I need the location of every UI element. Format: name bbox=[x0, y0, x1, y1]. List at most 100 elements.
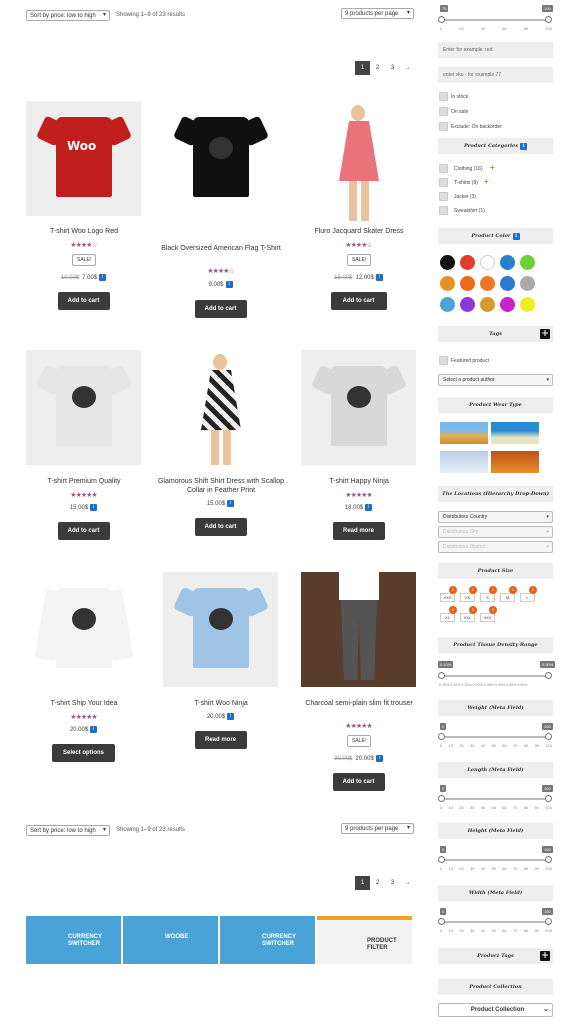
read-more-button[interactable]: Read more bbox=[194, 731, 247, 749]
info-icon[interactable]: i bbox=[225, 281, 233, 288]
per-page-select[interactable]: 9 products per page ▾ bbox=[341, 8, 414, 19]
info-icon[interactable]: i bbox=[375, 755, 383, 762]
width-slider-track[interactable] bbox=[441, 921, 549, 923]
length-slider-track[interactable] bbox=[441, 798, 549, 800]
size-option[interactable]: XXL bbox=[460, 613, 475, 622]
price-slider-handle-max[interactable] bbox=[545, 16, 552, 23]
color-swatch[interactable] bbox=[500, 297, 515, 312]
width-slider-handle-max[interactable] bbox=[545, 918, 552, 925]
product-title[interactable]: T-shirt Ship Your Idea bbox=[19, 699, 149, 708]
select-options-button[interactable]: Select options bbox=[52, 744, 115, 762]
product-image[interactable] bbox=[163, 350, 278, 465]
color-swatch[interactable] bbox=[480, 276, 495, 291]
page-next[interactable]: → bbox=[400, 876, 415, 890]
add-to-cart-button[interactable]: Add to cart bbox=[194, 300, 247, 318]
color-swatch[interactable] bbox=[440, 255, 455, 270]
weight-slider-handle-max[interactable] bbox=[545, 733, 552, 740]
color-swatch[interactable] bbox=[520, 297, 535, 312]
info-icon[interactable]: i bbox=[90, 726, 98, 733]
price-slider-handle-min[interactable] bbox=[438, 16, 445, 23]
add-to-cart-button[interactable]: Add to cart bbox=[57, 522, 110, 540]
on-sale-checkbox[interactable] bbox=[439, 107, 448, 116]
product-image[interactable] bbox=[163, 101, 278, 231]
weight-slider-track[interactable] bbox=[441, 736, 549, 738]
exclude-backorder-checkbox[interactable] bbox=[439, 122, 448, 131]
info-icon[interactable]: i bbox=[227, 713, 235, 720]
category-checkbox[interactable] bbox=[439, 178, 448, 187]
product-title[interactable]: Fluro Jacquard Skater Dress bbox=[294, 227, 424, 236]
page-2[interactable]: 2 bbox=[370, 876, 385, 890]
product-title[interactable]: Black Oversized American Flag T-Shirt bbox=[156, 244, 286, 253]
size-option[interactable]: M bbox=[500, 593, 515, 602]
info-icon[interactable]: i bbox=[227, 500, 235, 507]
color-swatch[interactable] bbox=[460, 276, 475, 291]
info-icon[interactable]: i bbox=[365, 504, 373, 511]
weight-slider-handle-min[interactable] bbox=[438, 733, 445, 740]
info-icon[interactable]: i bbox=[99, 274, 107, 281]
height-slider-handle-max[interactable] bbox=[545, 856, 552, 863]
category-checkbox[interactable] bbox=[439, 164, 448, 173]
add-to-cart-button[interactable]: Add to cart bbox=[194, 518, 247, 536]
banner-currency-switcher[interactable]: CURRENCY SWITCHER bbox=[26, 916, 121, 964]
color-swatch[interactable] bbox=[500, 276, 515, 291]
height-slider-track[interactable] bbox=[441, 859, 549, 861]
page-next[interactable]: → bbox=[400, 61, 415, 75]
featured-checkbox[interactable] bbox=[439, 356, 448, 365]
wear-type-thumb-autumn[interactable] bbox=[440, 422, 488, 444]
color-swatch[interactable] bbox=[460, 255, 475, 270]
size-option[interactable]: XS bbox=[460, 593, 475, 602]
color-swatch[interactable] bbox=[520, 276, 535, 291]
product-image[interactable] bbox=[301, 572, 416, 687]
size-option[interactable]: XXS bbox=[440, 593, 455, 602]
category-checkbox[interactable] bbox=[439, 206, 448, 215]
size-option[interactable]: XXX bbox=[480, 613, 495, 622]
per-page-select-bottom[interactable]: 9 products per page ▾ bbox=[341, 823, 414, 834]
size-option[interactable]: XL bbox=[440, 613, 455, 622]
plus-icon[interactable]: + bbox=[540, 951, 550, 961]
product-image[interactable] bbox=[301, 101, 416, 231]
length-slider-handle-max[interactable] bbox=[545, 795, 552, 802]
density-slider-handle-min[interactable] bbox=[438, 672, 445, 679]
banner-currency-switcher-2[interactable]: CURRENCY SWITCHER bbox=[220, 916, 315, 964]
color-swatch[interactable] bbox=[480, 255, 495, 270]
product-image[interactable] bbox=[301, 350, 416, 465]
city-select[interactable]: Distributors City ▾ bbox=[438, 526, 553, 538]
add-to-cart-button[interactable]: Add to cart bbox=[330, 292, 387, 310]
info-icon[interactable]: i bbox=[90, 504, 98, 511]
expand-plus-icon[interactable]: + bbox=[490, 163, 495, 172]
height-slider-handle-min[interactable] bbox=[438, 856, 445, 863]
width-slider-handle-min[interactable] bbox=[438, 918, 445, 925]
product-title[interactable]: T-shirt Happy Ninja bbox=[294, 477, 424, 486]
info-icon[interactable]: i bbox=[520, 143, 528, 150]
page-3[interactable]: 3 bbox=[385, 876, 400, 890]
country-select[interactable]: Distributors Country ▾ bbox=[438, 511, 553, 523]
density-slider-track[interactable] bbox=[441, 675, 549, 677]
category-checkbox[interactable] bbox=[439, 192, 448, 201]
length-slider-handle-min[interactable] bbox=[438, 795, 445, 802]
expand-plus-icon[interactable]: + bbox=[484, 177, 489, 186]
product-title[interactable]: T-shirt Woo Ninja bbox=[156, 699, 286, 708]
read-more-button[interactable]: Read more bbox=[332, 522, 385, 540]
plus-icon[interactable]: + bbox=[540, 329, 550, 339]
page-3[interactable]: 3 bbox=[385, 61, 400, 75]
product-image[interactable] bbox=[26, 572, 141, 687]
sku-search-input[interactable]: enter sku - for example 77 bbox=[438, 67, 553, 83]
wear-type-thumb-fall[interactable] bbox=[491, 451, 539, 473]
collection-select[interactable]: Product Collection ⌄ bbox=[438, 1003, 553, 1017]
sort-select[interactable]: Sort by price: low to high ▾ bbox=[26, 10, 110, 21]
wear-type-thumb-beach[interactable] bbox=[491, 422, 539, 444]
size-option[interactable]: L bbox=[520, 593, 535, 602]
product-title[interactable]: Glamorous Shift Shirt Dress with Scallop… bbox=[156, 477, 286, 495]
author-select[interactable]: Select a product author ▾ bbox=[438, 374, 553, 386]
sort-select-bottom[interactable]: Sort by price: low to high ▾ bbox=[26, 825, 110, 836]
color-swatch[interactable] bbox=[520, 255, 535, 270]
product-title[interactable]: T-shirt Woo Logo Red bbox=[19, 227, 149, 236]
text-search-input[interactable]: Enter for example: red bbox=[438, 42, 553, 58]
color-swatch[interactable] bbox=[440, 297, 455, 312]
color-swatch[interactable] bbox=[480, 297, 495, 312]
page-1[interactable]: 1 bbox=[355, 876, 370, 890]
product-image[interactable]: Woo bbox=[26, 101, 141, 216]
page-1[interactable]: 1 bbox=[355, 61, 370, 75]
density-slider-handle-max[interactable] bbox=[545, 672, 552, 679]
product-title[interactable]: T-shirt Premium Quality bbox=[19, 477, 149, 486]
